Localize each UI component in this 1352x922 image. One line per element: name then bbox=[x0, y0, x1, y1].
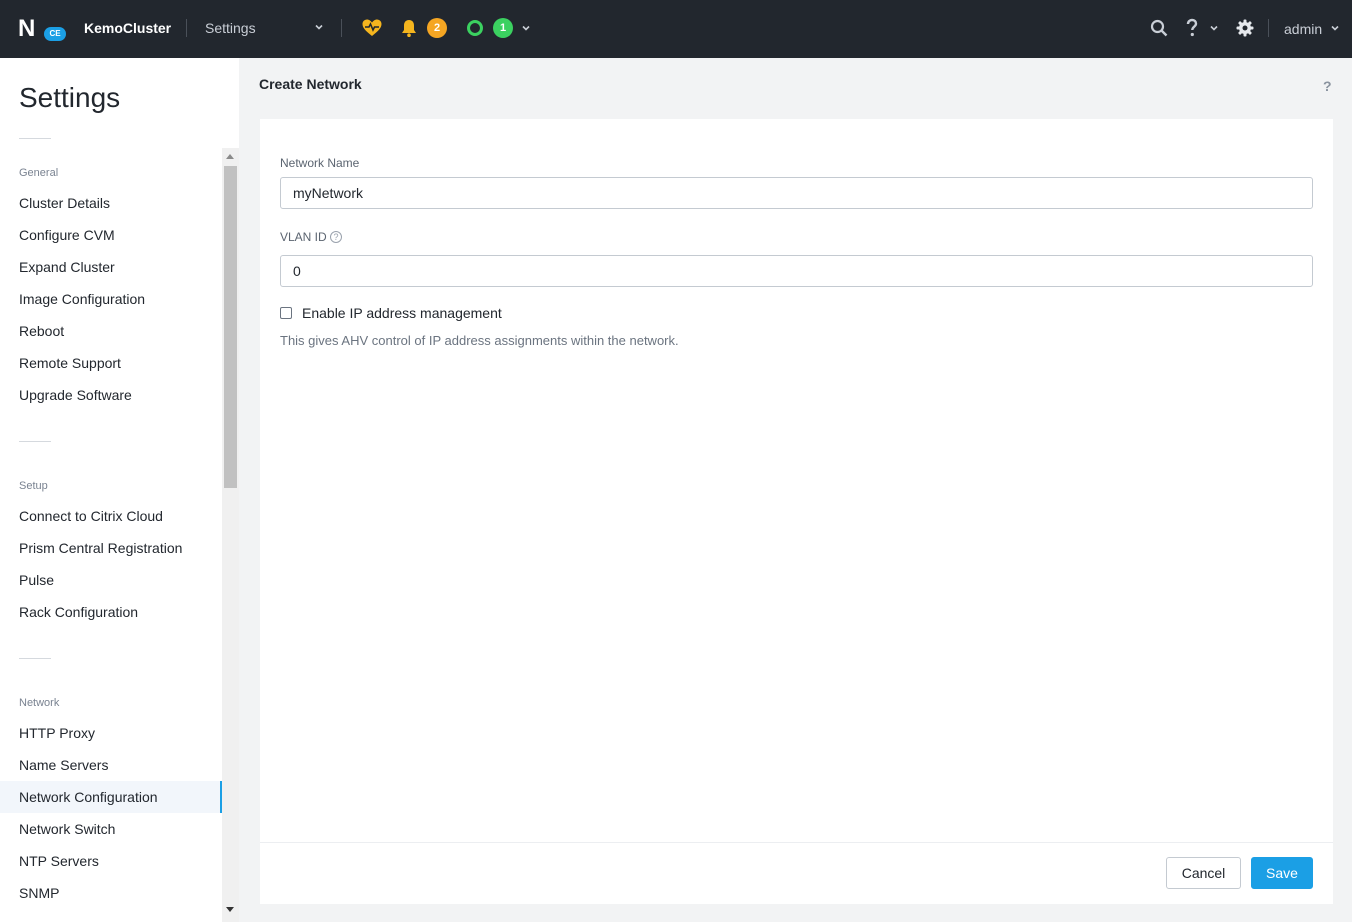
create-network-form: Network Name VLAN ID ? Enable IP address… bbox=[260, 119, 1333, 904]
sidebar-item-cluster-details[interactable]: Cluster Details bbox=[0, 187, 222, 219]
alerts-count-badge[interactable]: 2 bbox=[427, 18, 447, 38]
sidebar-item-image-configuration[interactable]: Image Configuration bbox=[0, 283, 222, 315]
sidebar-item-name-servers[interactable]: Name Servers bbox=[0, 749, 222, 781]
chevron-down-icon[interactable] bbox=[1330, 23, 1340, 33]
sidebar-item-reboot[interactable]: Reboot bbox=[0, 315, 222, 347]
settings-sidebar: Settings General Cluster Details Configu… bbox=[0, 58, 239, 922]
sidebar-item-pulse[interactable]: Pulse bbox=[0, 564, 222, 596]
scroll-down-arrow-icon[interactable] bbox=[226, 907, 234, 912]
header-divider bbox=[341, 19, 342, 37]
cluster-name[interactable]: KemoCluster bbox=[84, 20, 171, 36]
nutanix-logo[interactable]: N CE bbox=[18, 17, 66, 43]
scroll-up-arrow-icon[interactable] bbox=[226, 154, 234, 159]
sidebar-item-snmp[interactable]: SNMP bbox=[0, 877, 222, 909]
vlan-id-label: VLAN ID bbox=[280, 230, 327, 244]
section-divider bbox=[19, 658, 51, 659]
top-navigation-bar: N CE KemoCluster Settings 2 1 admin bbox=[0, 0, 1352, 58]
bell-icon[interactable] bbox=[400, 18, 418, 38]
task-status-icon[interactable] bbox=[466, 19, 484, 37]
sidebar-section-setup: Setup bbox=[19, 480, 48, 492]
section-divider bbox=[19, 441, 51, 442]
sidebar-item-remote-support[interactable]: Remote Support bbox=[0, 347, 222, 379]
sidebar-item-upgrade-software[interactable]: Upgrade Software bbox=[0, 379, 222, 411]
sidebar-item-prism-central-registration[interactable]: Prism Central Registration bbox=[0, 532, 222, 564]
sidebar-item-http-proxy[interactable]: HTTP Proxy bbox=[0, 717, 222, 749]
ipam-help-text: This gives AHV control of IP address ass… bbox=[280, 333, 679, 348]
enable-ipam-label[interactable]: Enable IP address management bbox=[302, 305, 502, 321]
sidebar-scrollbar-thumb[interactable] bbox=[224, 166, 237, 488]
vlan-id-input[interactable] bbox=[280, 255, 1313, 287]
search-icon[interactable] bbox=[1150, 19, 1168, 37]
page-title: Create Network bbox=[259, 76, 362, 92]
help-icon[interactable] bbox=[1185, 18, 1199, 38]
nav-menu-current[interactable]: Settings bbox=[205, 20, 256, 36]
chevron-down-icon[interactable] bbox=[521, 23, 531, 33]
header-divider bbox=[186, 19, 187, 37]
user-menu[interactable]: admin bbox=[1284, 21, 1322, 37]
header-divider bbox=[1268, 19, 1269, 37]
info-icon[interactable]: ? bbox=[330, 231, 342, 243]
network-name-input[interactable] bbox=[280, 177, 1313, 209]
tasks-count-badge[interactable]: 1 bbox=[493, 18, 513, 38]
sidebar-item-network-switch[interactable]: Network Switch bbox=[0, 813, 222, 845]
chevron-down-icon[interactable] bbox=[314, 22, 324, 32]
sidebar-item-configure-cvm[interactable]: Configure CVM bbox=[0, 219, 222, 251]
sidebar-item-network-configuration[interactable]: Network Configuration bbox=[0, 781, 222, 813]
sidebar-title: Settings bbox=[19, 82, 121, 113]
chevron-down-icon[interactable] bbox=[1209, 23, 1219, 33]
sidebar-item-rack-configuration[interactable]: Rack Configuration bbox=[0, 596, 222, 628]
sidebar-section-general: General bbox=[19, 167, 59, 179]
help-icon[interactable]: ? bbox=[1323, 78, 1332, 94]
network-name-label: Network Name bbox=[280, 156, 360, 170]
form-footer-divider bbox=[260, 842, 1333, 843]
section-divider bbox=[19, 138, 51, 139]
edition-badge: CE bbox=[44, 27, 66, 41]
sidebar-item-expand-cluster[interactable]: Expand Cluster bbox=[0, 251, 222, 283]
sidebar-item-ntp-servers[interactable]: NTP Servers bbox=[0, 845, 222, 877]
gear-icon[interactable] bbox=[1236, 19, 1254, 37]
enable-ipam-checkbox[interactable] bbox=[280, 307, 292, 319]
sidebar-item-connect-citrix-cloud[interactable]: Connect to Citrix Cloud bbox=[0, 500, 222, 532]
health-heart-icon[interactable] bbox=[361, 18, 383, 38]
logo-mark-icon: N bbox=[18, 15, 35, 42]
sidebar-section-network: Network bbox=[19, 697, 60, 709]
save-button[interactable]: Save bbox=[1251, 857, 1313, 889]
cancel-button[interactable]: Cancel bbox=[1166, 857, 1241, 889]
